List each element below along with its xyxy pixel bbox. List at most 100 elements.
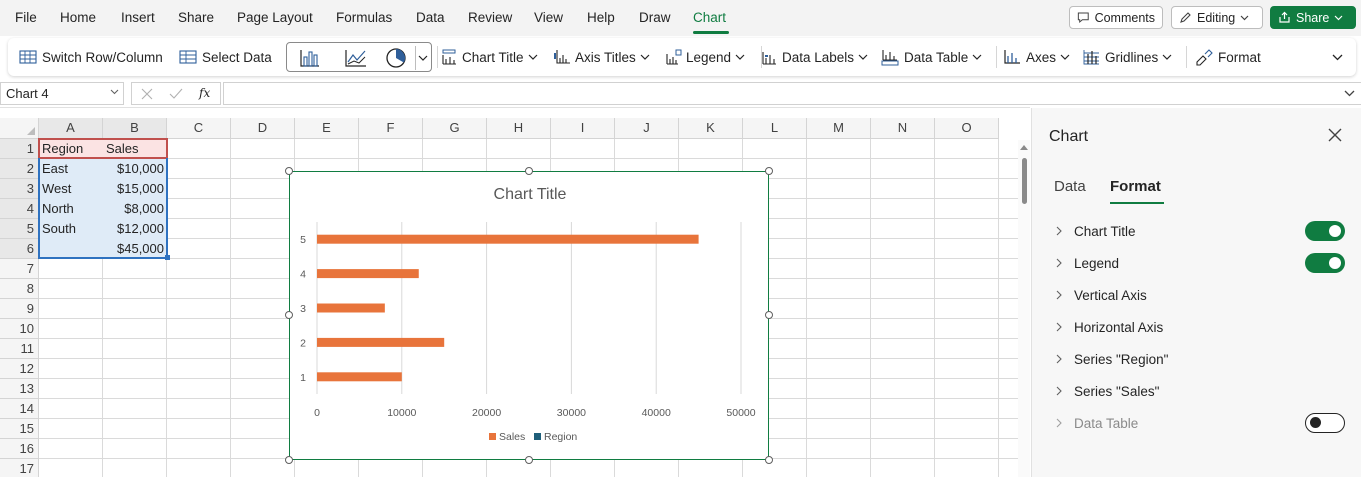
vertical-scrollbar[interactable] [1018,140,1030,477]
row-header-2[interactable]: 2 [0,159,39,179]
cell-B2[interactable]: $10,000 [103,159,167,179]
resize-handle-top-left[interactable] [285,167,293,175]
tab-chart[interactable]: Chart [693,10,726,25]
panel-item-data-table[interactable]: Data Table [1056,413,1138,433]
resize-handle-left[interactable] [285,311,293,319]
data-table-toggle[interactable] [1305,413,1345,433]
row-header-16[interactable]: 16 [0,439,39,459]
tab-home[interactable]: Home [60,10,96,25]
tab-data[interactable]: Data [416,10,445,25]
panel-tab-data[interactable]: Data [1054,178,1086,195]
legend-button[interactable]: Legend [664,38,745,76]
cell-B1[interactable]: Sales [103,139,167,159]
tab-file[interactable]: File [15,10,37,25]
row-header-14[interactable]: 14 [0,399,39,419]
panel-item-series-region[interactable]: Series "Region" [1056,349,1168,369]
row-header-8[interactable]: 8 [0,279,39,299]
panel-tab-format[interactable]: Format [1110,178,1161,195]
editing-button[interactable]: Editing [1171,6,1263,29]
row-header-6[interactable]: 6 [0,239,39,259]
tab-page-layout[interactable]: Page Layout [237,10,313,25]
column-header-e[interactable]: E [295,118,359,139]
row-header-11[interactable]: 11 [0,339,39,359]
row-header-5[interactable]: 5 [0,219,39,239]
cell-A5[interactable]: South [39,219,103,239]
tab-insert[interactable]: Insert [121,10,155,25]
data-table-button[interactable]: Data Table [880,38,982,76]
row-header-3[interactable]: 3 [0,179,39,199]
cell-B5[interactable]: $12,000 [103,219,167,239]
cancel-icon[interactable] [141,88,153,100]
column-header-a[interactable]: A [39,118,103,139]
cell-A1[interactable]: Region [39,139,103,159]
close-icon[interactable] [1328,128,1342,142]
pie-chart-button[interactable] [383,46,409,70]
row-header-1[interactable]: 1 [0,139,39,159]
column-header-n[interactable]: N [871,118,935,139]
panel-item-horizontal-axis[interactable]: Horizontal Axis [1056,317,1163,337]
share-button[interactable]: Share [1270,6,1356,29]
check-icon[interactable] [169,88,183,100]
column-header-j[interactable]: J [615,118,679,139]
column-header-i[interactable]: I [551,118,615,139]
name-box[interactable]: Chart 4 [0,82,124,105]
panel-item-series-sales[interactable]: Series "Sales" [1056,381,1159,401]
scroll-up-arrow-icon[interactable] [1020,144,1028,150]
ribbon-expand-button[interactable] [1332,38,1343,76]
column-header-b[interactable]: B [103,118,167,139]
tab-draw[interactable]: Draw [639,10,671,25]
row-header-10[interactable]: 10 [0,319,39,339]
cell-B3[interactable]: $15,000 [103,179,167,199]
row-header-9[interactable]: 9 [0,299,39,319]
resize-handle-top-right[interactable] [765,167,773,175]
panel-item-chart-title[interactable]: Chart Title [1056,221,1136,241]
chart-object[interactable]: Chart Title 0 10000 20000 30000 40000 50000 1 2… [289,171,769,460]
resize-handle-bottom-left[interactable] [285,456,293,464]
comments-button[interactable]: Comments [1069,6,1163,29]
resize-handle-top[interactable] [525,167,533,175]
gridlines-button[interactable]: Gridlines [1081,38,1172,76]
select-all-corner[interactable] [0,118,39,139]
chart-type-dropdown[interactable] [415,46,429,70]
column-header-m[interactable]: M [807,118,871,139]
column-header-c[interactable]: C [167,118,231,139]
row-header-13[interactable]: 13 [0,379,39,399]
tab-help[interactable]: Help [587,10,615,25]
cell-A3[interactable]: West [39,179,103,199]
column-header-f[interactable]: F [359,118,423,139]
tab-formulas[interactable]: Formulas [336,10,392,25]
resize-handle-bottom-right[interactable] [765,456,773,464]
column-header-k[interactable]: K [679,118,743,139]
cell-B4[interactable]: $8,000 [103,199,167,219]
tab-share[interactable]: Share [178,10,214,25]
legend-toggle[interactable] [1305,253,1345,273]
column-chart-button[interactable] [297,46,323,70]
row-header-12[interactable]: 12 [0,359,39,379]
cell-A2[interactable]: East [39,159,103,179]
resize-handle-right[interactable] [765,311,773,319]
switch-row-column-button[interactable]: Switch Row/Column [18,38,163,76]
axis-titles-button[interactable]: Axis Titles [553,38,650,76]
chevron-down-icon[interactable] [1344,90,1355,97]
row-header-15[interactable]: 15 [0,419,39,439]
select-data-button[interactable]: Select Data [178,38,272,76]
axes-button[interactable]: Axes [1002,38,1070,76]
column-header-l[interactable]: L [743,118,807,139]
insert-function-button[interactable]: fx [199,86,210,100]
line-chart-button[interactable] [343,46,369,70]
row-header-4[interactable]: 4 [0,199,39,219]
chart-title-toggle[interactable] [1305,221,1345,241]
cell-B6[interactable]: $45,000 [103,239,167,259]
scroll-thumb[interactable] [1022,158,1027,204]
row-header-7[interactable]: 7 [0,259,39,279]
panel-item-legend[interactable]: Legend [1056,253,1119,273]
column-header-g[interactable]: G [423,118,487,139]
format-button[interactable]: Format [1194,38,1261,76]
resize-handle-bottom[interactable] [525,456,533,464]
row-header-17[interactable]: 17 [0,459,39,477]
column-header-h[interactable]: H [487,118,551,139]
column-header-d[interactable]: D [231,118,295,139]
data-labels-button[interactable]: Data Labels [760,38,868,76]
chart-title-button[interactable]: Chart Title [440,38,538,76]
panel-item-vertical-axis[interactable]: Vertical Axis [1056,285,1147,305]
